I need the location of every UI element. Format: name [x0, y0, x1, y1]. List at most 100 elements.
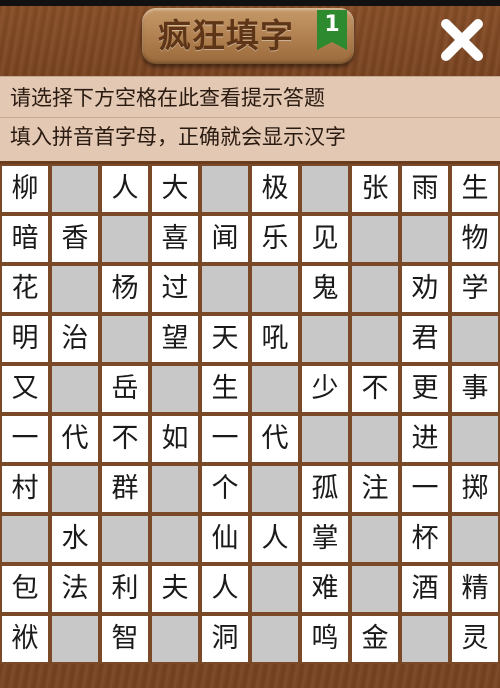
- level-number: 1: [324, 12, 340, 37]
- grid-cell[interactable]: 杨: [102, 266, 148, 312]
- grid-cell[interactable]: 闻: [202, 216, 248, 262]
- grid-cell[interactable]: 过: [152, 266, 198, 312]
- grid-cell[interactable]: 精: [452, 566, 498, 612]
- grid-blank-cell: [352, 516, 398, 562]
- grid-blank-cell: [302, 416, 348, 462]
- grid-blank-cell: [252, 466, 298, 512]
- grid-cell[interactable]: 人: [102, 166, 148, 212]
- grid-blank-cell: [102, 516, 148, 562]
- grid-cell[interactable]: 一: [402, 466, 448, 512]
- grid-cell[interactable]: 代: [52, 416, 98, 462]
- grid-cell[interactable]: 鬼: [302, 266, 348, 312]
- grid-cell[interactable]: 群: [102, 466, 148, 512]
- grid-blank-cell: [302, 316, 348, 362]
- grid-cell[interactable]: 劝: [402, 266, 448, 312]
- grid-cell[interactable]: 望: [152, 316, 198, 362]
- grid-cell[interactable]: 治: [52, 316, 98, 362]
- grid-blank-cell: [202, 266, 248, 312]
- grid-cell[interactable]: 君: [402, 316, 448, 362]
- grid-blank-cell: [252, 266, 298, 312]
- grid-cell[interactable]: 鸣: [302, 616, 348, 662]
- status-bar: [0, 0, 500, 6]
- close-button[interactable]: [436, 14, 488, 66]
- grid-blank-cell: [52, 366, 98, 412]
- grid-cell[interactable]: 学: [452, 266, 498, 312]
- grid-cell[interactable]: 张: [352, 166, 398, 212]
- grid-cell[interactable]: 村: [2, 466, 48, 512]
- grid-cell[interactable]: 杯: [402, 516, 448, 562]
- grid-blank-cell: [52, 166, 98, 212]
- grid-blank-cell: [352, 566, 398, 612]
- grid-cell[interactable]: 智: [102, 616, 148, 662]
- grid-blank-cell: [102, 316, 148, 362]
- grid-cell[interactable]: 代: [252, 416, 298, 462]
- grid-cell[interactable]: 水: [52, 516, 98, 562]
- grid-cell[interactable]: 见: [302, 216, 348, 262]
- grid-cell[interactable]: 个: [202, 466, 248, 512]
- grid-cell[interactable]: 人: [252, 516, 298, 562]
- grid-cell[interactable]: 一: [202, 416, 248, 462]
- grid-cell[interactable]: 难: [302, 566, 348, 612]
- grid-cell[interactable]: 明: [2, 316, 48, 362]
- grid-cell[interactable]: 暗: [2, 216, 48, 262]
- grid-cell[interactable]: 人: [202, 566, 248, 612]
- grid-cell[interactable]: 酒: [402, 566, 448, 612]
- grid-cell[interactable]: 喜: [152, 216, 198, 262]
- hint-line-1: 请选择下方空格在此查看提示答题: [10, 86, 325, 110]
- grid-cell[interactable]: 大: [152, 166, 198, 212]
- grid-blank-cell: [352, 216, 398, 262]
- grid-blank-cell: [102, 216, 148, 262]
- grid-blank-cell: [352, 266, 398, 312]
- grid-cell[interactable]: 极: [252, 166, 298, 212]
- grid-cell[interactable]: 利: [102, 566, 148, 612]
- grid-cell[interactable]: 物: [452, 216, 498, 262]
- grid-cell[interactable]: 天: [202, 316, 248, 362]
- grid-cell[interactable]: 生: [452, 166, 498, 212]
- grid-cell[interactable]: 进: [402, 416, 448, 462]
- grid-cell[interactable]: 掷: [452, 466, 498, 512]
- grid-blank-cell: [152, 516, 198, 562]
- footer-background: [0, 664, 500, 688]
- grid-cell[interactable]: 花: [2, 266, 48, 312]
- grid-cell[interactable]: 包: [2, 566, 48, 612]
- hint-divider: [0, 117, 500, 118]
- close-icon: [441, 19, 483, 61]
- grid-cell[interactable]: 少: [302, 366, 348, 412]
- grid-cell[interactable]: 掌: [302, 516, 348, 562]
- grid-blank-cell: [252, 616, 298, 662]
- grid-cell[interactable]: 乐: [252, 216, 298, 262]
- grid-cell[interactable]: 事: [452, 366, 498, 412]
- crossword-grid: 柳人大极张雨生暗香喜闻乐见物花杨过鬼劝学明治望天吼君又岳生少不更事一代不如一代进…: [0, 164, 500, 664]
- grid-cell[interactable]: 不: [352, 366, 398, 412]
- grid-cell[interactable]: 灵: [452, 616, 498, 662]
- hint-line-2: 填入拼音首字母，正确就会显示汉字: [10, 125, 346, 149]
- grid-cell[interactable]: 更: [402, 366, 448, 412]
- grid-cell[interactable]: 不: [102, 416, 148, 462]
- grid-cell[interactable]: 雨: [402, 166, 448, 212]
- grid-cell[interactable]: 如: [152, 416, 198, 462]
- grid-cell[interactable]: 金: [352, 616, 398, 662]
- grid-cell[interactable]: 夫: [152, 566, 198, 612]
- grid-blank-cell: [302, 166, 348, 212]
- grid-cell[interactable]: 吼: [252, 316, 298, 362]
- grid-cell[interactable]: 又: [2, 366, 48, 412]
- grid-blank-cell: [252, 566, 298, 612]
- grid-cell[interactable]: 法: [52, 566, 98, 612]
- grid-cell[interactable]: 仙: [202, 516, 248, 562]
- grid-cell[interactable]: 一: [2, 416, 48, 462]
- grid-cell[interactable]: 袱: [2, 616, 48, 662]
- grid-cell[interactable]: 柳: [2, 166, 48, 212]
- grid-cell[interactable]: 注: [352, 466, 398, 512]
- grid-cell[interactable]: 香: [52, 216, 98, 262]
- grid-blank-cell: [252, 366, 298, 412]
- game-title: 疯狂填字: [158, 16, 294, 55]
- grid-cell[interactable]: 孤: [302, 466, 348, 512]
- grid-blank-cell: [352, 316, 398, 362]
- grid-blank-cell: [202, 166, 248, 212]
- grid-blank-cell: [452, 516, 498, 562]
- grid-cell[interactable]: 生: [202, 366, 248, 412]
- grid-cell[interactable]: 岳: [102, 366, 148, 412]
- grid-blank-cell: [452, 416, 498, 462]
- grid-blank-cell: [402, 616, 448, 662]
- grid-cell[interactable]: 洞: [202, 616, 248, 662]
